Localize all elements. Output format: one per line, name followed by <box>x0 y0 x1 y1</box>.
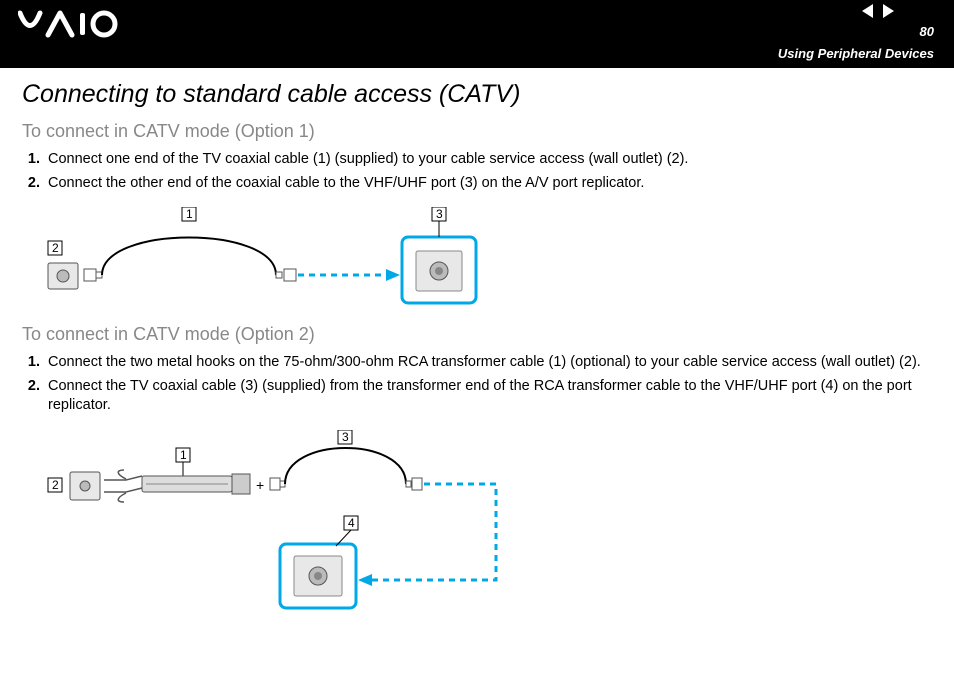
callout-label: 2 <box>52 241 59 255</box>
callout-label: 1 <box>180 448 187 462</box>
page-number: 80 <box>920 24 934 39</box>
callout-label: 2 <box>52 478 59 492</box>
option2-heading: To connect in CATV mode (Option 2) <box>22 324 932 345</box>
header-bar: 80 Using Peripheral Devices <box>0 0 954 68</box>
page-title: Connecting to standard cable access (CAT… <box>22 80 932 109</box>
callout-label: 3 <box>342 430 349 444</box>
callout-label: 4 <box>348 516 355 530</box>
vaio-logo <box>18 10 138 40</box>
step-item: Connect one end of the TV coaxial cable … <box>44 150 932 170</box>
diagram-option2: 2 1 + 3 4 <box>46 430 526 610</box>
step-item: Connect the TV coaxial cable (3) (suppli… <box>44 377 932 416</box>
option1-steps: Connect one end of the TV coaxial cable … <box>22 150 932 193</box>
step-item: Connect the other end of the coaxial cab… <box>44 174 932 194</box>
prev-page-arrow-icon[interactable] <box>862 4 873 18</box>
option1-heading: To connect in CATV mode (Option 1) <box>22 121 932 142</box>
next-page-arrow-icon[interactable] <box>883 4 894 18</box>
callout-label: 1 <box>186 207 193 221</box>
diagram-option1: 2 1 3 <box>46 207 516 307</box>
step-item: Connect the two metal hooks on the 75-oh… <box>44 353 932 373</box>
page-content: Connecting to standard cable access (CAT… <box>0 68 954 627</box>
section-title: Using Peripheral Devices <box>778 46 934 61</box>
option2-steps: Connect the two metal hooks on the 75-oh… <box>22 353 932 416</box>
plus-icon: + <box>256 477 264 493</box>
callout-label: 3 <box>436 207 443 221</box>
nav-arrows <box>862 4 894 18</box>
